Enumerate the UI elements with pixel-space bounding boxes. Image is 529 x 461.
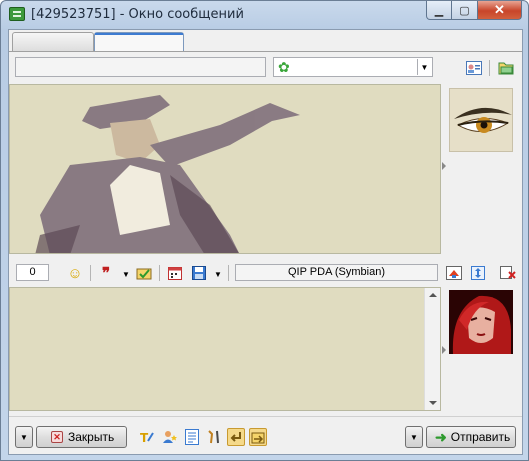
- message-toolbar: 0 ☺ ❞ ▼ ▼ QIP PDA (Symbian): [9, 262, 522, 284]
- notes-icon[interactable]: [183, 428, 201, 446]
- close-window-button[interactable]: ✕: [478, 1, 522, 20]
- char-counter: 0: [16, 264, 49, 281]
- contact-card-icon[interactable]: [465, 59, 483, 77]
- history-background-image: [10, 85, 440, 253]
- close-icon: ✕: [51, 431, 63, 443]
- title-bar: [429523751] - Окно сообщений ▁ ▢ ✕: [1, 1, 528, 29]
- close-button-label: Закрыть: [68, 430, 115, 444]
- contact-avatar: [449, 88, 513, 152]
- auto-close-toggle-icon[interactable]: [249, 428, 267, 446]
- contact-nick-field[interactable]: [15, 57, 266, 77]
- chat-window: [429523751] - Окно сообщений ▁ ▢ ✕ ✿ ▼ 0…: [0, 0, 529, 461]
- maximize-button[interactable]: ▢: [452, 1, 478, 20]
- client-area: ✿ ▼ 0 ☺ ❞ ▼ ▼ QIP PDA (Symbian) ▼ ✕ Закр…: [8, 29, 523, 455]
- svg-text:T: T: [140, 431, 149, 445]
- tools-icon[interactable]: [205, 428, 223, 446]
- smiley-icon[interactable]: ☺: [66, 264, 84, 282]
- clear-history-icon[interactable]: [499, 264, 517, 282]
- quote-icon[interactable]: ❞: [97, 264, 115, 282]
- calendar-icon[interactable]: [166, 264, 184, 282]
- splitter-arrow-icon[interactable]: [442, 346, 446, 354]
- send-arrow-icon: ➜: [435, 428, 447, 445]
- resize-icon[interactable]: [469, 264, 487, 282]
- chevron-down-icon[interactable]: ▼: [117, 265, 135, 283]
- bottom-bar: ▼ ✕ Закрыть T ▼ ➜ Отправить: [9, 416, 522, 454]
- text-format-icon[interactable]: T: [138, 428, 156, 446]
- status-select[interactable]: ✿ ▼: [273, 57, 433, 77]
- message-input[interactable]: [9, 287, 441, 411]
- client-version-label: QIP PDA (Symbian): [235, 264, 438, 281]
- splitter-arrow-icon[interactable]: [442, 162, 446, 170]
- toolbar-separator: [90, 265, 91, 281]
- save-icon[interactable]: [190, 264, 208, 282]
- folder-icon[interactable]: [497, 59, 515, 77]
- input-scrollbar[interactable]: [424, 288, 440, 410]
- close-button[interactable]: ✕ Закрыть: [36, 426, 127, 448]
- enter-send-toggle-icon[interactable]: [227, 428, 245, 446]
- window-title: [429523751] - Окно сообщений: [31, 7, 244, 22]
- send-button-label: Отправить: [450, 430, 511, 444]
- scroll-down-icon[interactable]: [429, 401, 437, 405]
- toolbar-separator: [228, 265, 229, 281]
- translit-icon[interactable]: [135, 264, 153, 282]
- chevron-down-icon[interactable]: ▼: [209, 265, 227, 283]
- clover-icon: ✿: [278, 59, 290, 75]
- options-dropdown-button[interactable]: ▼: [15, 426, 33, 448]
- send-options-dropdown-button[interactable]: ▼: [405, 426, 423, 448]
- chevron-down-icon[interactable]: ▼: [417, 59, 431, 75]
- minimize-button[interactable]: ▁: [426, 1, 452, 20]
- scroll-up-icon[interactable]: [429, 293, 437, 297]
- own-avatar: [449, 290, 513, 354]
- contact-star-icon[interactable]: [161, 428, 179, 446]
- toolbar-separator: [159, 265, 160, 281]
- chat-history-pane[interactable]: [9, 84, 441, 254]
- toolbar-separator: [489, 60, 490, 76]
- send-button[interactable]: ➜ Отправить: [426, 426, 516, 448]
- contact-info-icon[interactable]: [445, 264, 463, 282]
- tab-contact-1[interactable]: [12, 32, 94, 52]
- tab-divider: [9, 51, 522, 52]
- tab-contact-2[interactable]: [94, 32, 184, 52]
- qip-message-icon: [9, 7, 25, 21]
